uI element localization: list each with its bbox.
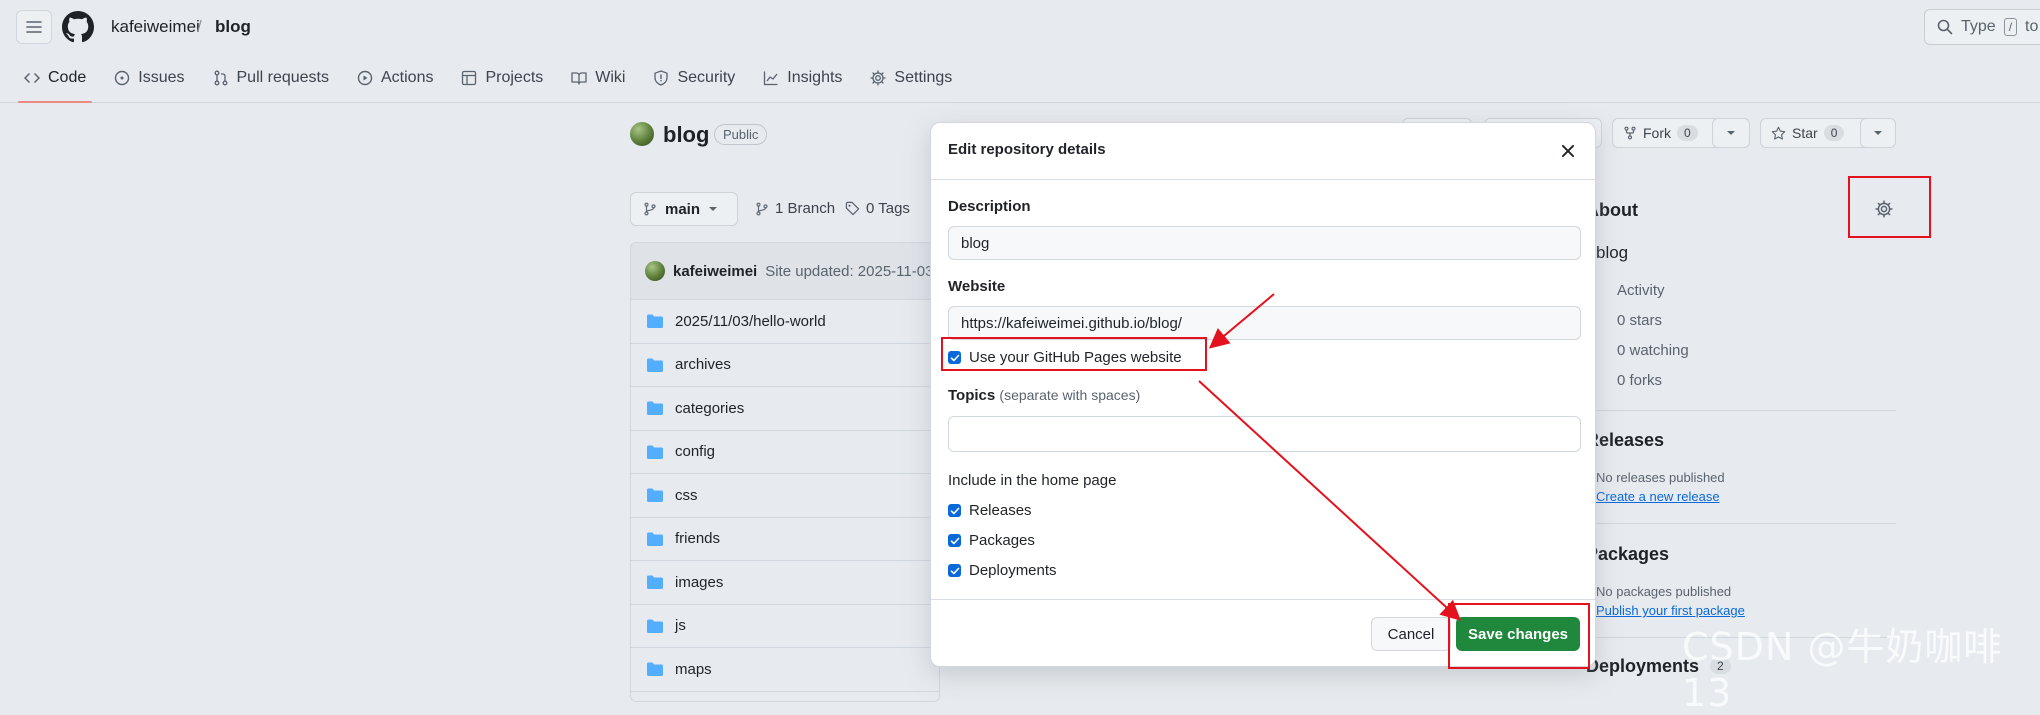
arrow-to-pages-checkbox [1208,293,1275,349]
annotation-arrows [1198,293,1461,621]
arrow-to-save-button [1198,380,1461,621]
watermark: CSDN @牛奶咖啡13 [1682,625,2003,715]
